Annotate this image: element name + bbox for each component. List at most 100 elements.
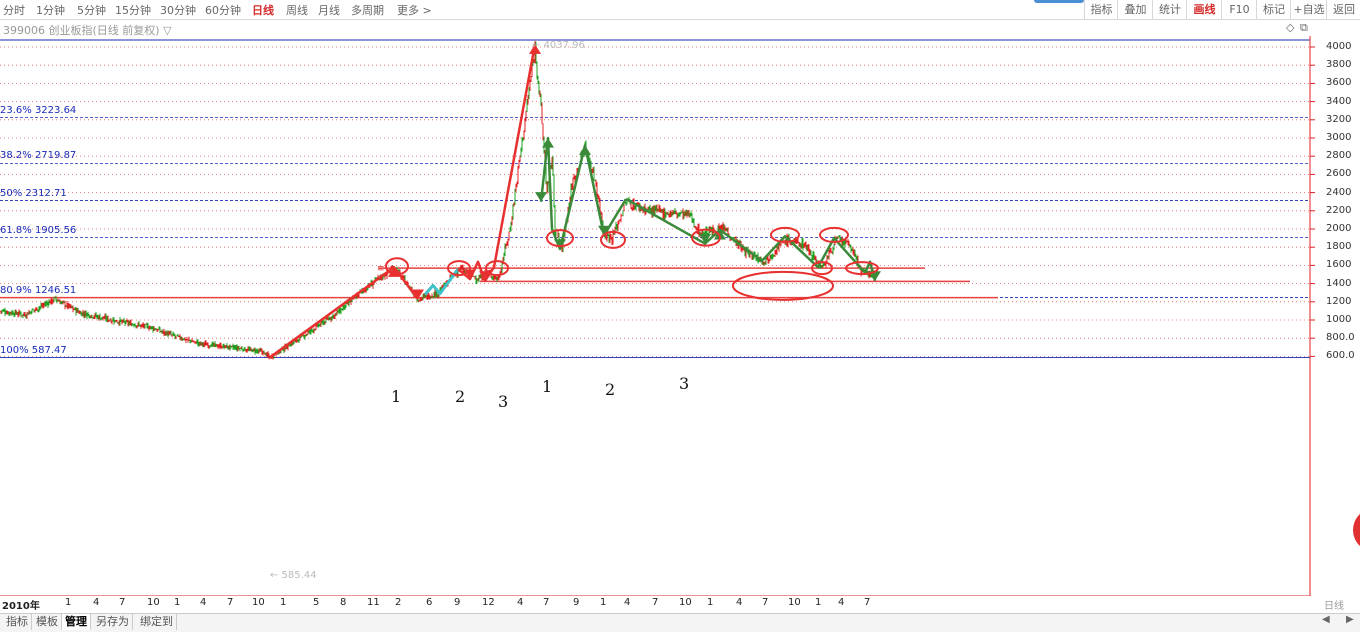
tool-2[interactable]: 统计 [1152,0,1187,19]
period-1[interactable]: 1分钟 [36,2,65,18]
price-label: 2200 [1326,204,1352,216]
diamond-icon[interactable]: ◇ [1286,21,1294,34]
period-5[interactable]: 60分钟 [205,2,241,18]
time-label: 7 [652,597,659,608]
fib-label: 61.8% 1905.56 [0,224,77,236]
period-4[interactable]: 30分钟 [160,2,196,18]
side-button [1353,513,1360,547]
time-label: 7 [864,597,871,608]
price-label: 1400 [1326,277,1352,289]
price-label: 3400 [1326,95,1352,107]
tool-6[interactable]: +自选 [1290,0,1327,19]
price-label: 1200 [1326,295,1352,307]
tool-5[interactable]: 标记 [1256,0,1291,19]
time-label: 7 [762,597,769,608]
price-label: 2600 [1326,168,1352,180]
wave-label-1: 1 [391,387,402,406]
tool-3[interactable]: 画线 [1186,0,1222,19]
period-10[interactable]: 更多 > [397,2,432,18]
bottom-tab-4[interactable]: 绑定到 [137,614,177,630]
period-8[interactable]: 月线 [318,2,340,18]
tool-7[interactable]: 返回 [1326,0,1360,19]
bottom-tab-0[interactable]: 指标 [3,614,32,630]
time-label: 1 [65,597,72,608]
price-label: 3800 [1326,59,1352,71]
time-label: 10 [788,597,801,608]
time-label: 1 [280,597,287,608]
price-label: 2800 [1326,150,1352,162]
nav-right-icon[interactable]: ▶ [1346,614,1354,625]
wave-label-3b: 3 [679,374,690,393]
period-9[interactable]: 多周期 [351,2,384,18]
highlight-ellipse [732,270,834,301]
time-label: 10 [252,597,265,608]
tool-1[interactable]: 叠加 [1117,0,1153,19]
time-label: 4 [736,597,743,608]
time-label: 11 [367,597,380,608]
fib-label: 38.2% 2719.87 [0,150,77,162]
price-label: 2400 [1326,186,1352,198]
nav-left-icon[interactable]: ◀ [1322,614,1330,625]
bottom-tab-2[interactable]: 管理 [62,614,91,630]
fib-label: 100% 587.47 [0,344,67,356]
time-label: 4 [838,597,845,608]
period-7[interactable]: 周线 [286,2,308,18]
wave-label-2b: 2 [605,380,616,399]
time-label: 8 [340,597,347,608]
time-label: 1 [174,597,181,608]
time-label: 7 [119,597,126,608]
period-3[interactable]: 15分钟 [115,2,151,18]
fib-label: 50% 2312.71 [0,187,67,199]
time-label: 1 [815,597,822,608]
period-6[interactable]: 日线 [252,2,274,18]
scroll-indicator[interactable] [1034,0,1084,3]
kline-chart[interactable]: ≡ [0,36,1360,596]
price-label: 3200 [1326,113,1352,125]
wave-label-1b: 1 [542,377,553,396]
time-label: 9 [454,597,461,608]
bottom-tab-3[interactable]: 另存为 [93,614,133,630]
time-label: 2 [395,597,402,608]
fib-label: 23.6% 3223.64 [0,104,77,116]
wave-cyan [423,268,460,296]
time-label: 7 [543,597,550,608]
period-label: 日线 [1324,601,1344,612]
price-label: 1000 [1326,314,1352,325]
time-label: 10 [679,597,692,608]
wave-label-3: 3 [498,392,509,411]
period-2[interactable]: 5分钟 [77,2,106,18]
time-label: 5 [313,597,320,608]
time-label: 10 [147,597,160,608]
time-label: 6 [426,597,433,608]
time-label: 4 [517,597,524,608]
price-label: 3600 [1326,77,1352,89]
low-annotation: ← 585.44 [270,570,317,581]
tool-4[interactable]: F10 [1221,0,1257,19]
marker-s: ≡ [377,264,385,274]
time-label: 4 [624,597,631,608]
wave-arrow [579,145,591,155]
period-0[interactable]: 分时 [3,2,25,18]
price-label: 4000 [1326,41,1352,52]
time-label: 7 [227,597,234,608]
time-label: 1 [707,597,714,608]
time-label: 9 [573,597,580,608]
price-label: 600.0 [1326,350,1355,362]
window-icon[interactable]: ⧉ [1300,21,1308,35]
price-label: 2000 [1326,223,1352,234]
price-label: 1600 [1326,259,1352,271]
time-label: 1 [600,597,607,608]
wave-red-2 [457,44,537,283]
time-label: 4 [93,597,100,608]
time-label: 12 [482,597,495,608]
bottom-tab-1[interactable]: 模板 [33,614,62,630]
price-label: 1800 [1326,241,1352,253]
price-label: 3000 [1326,132,1352,143]
wave-label-2: 2 [455,387,466,406]
price-label: 800.0 [1326,332,1355,344]
year-label: 2010年 [2,601,40,612]
high-annotation: ← 4037.96 [532,40,585,51]
bottom-bar [0,613,1360,632]
tool-0[interactable]: 指标 [1084,0,1118,19]
fib-label: 80.9% 1246.51 [0,284,77,296]
